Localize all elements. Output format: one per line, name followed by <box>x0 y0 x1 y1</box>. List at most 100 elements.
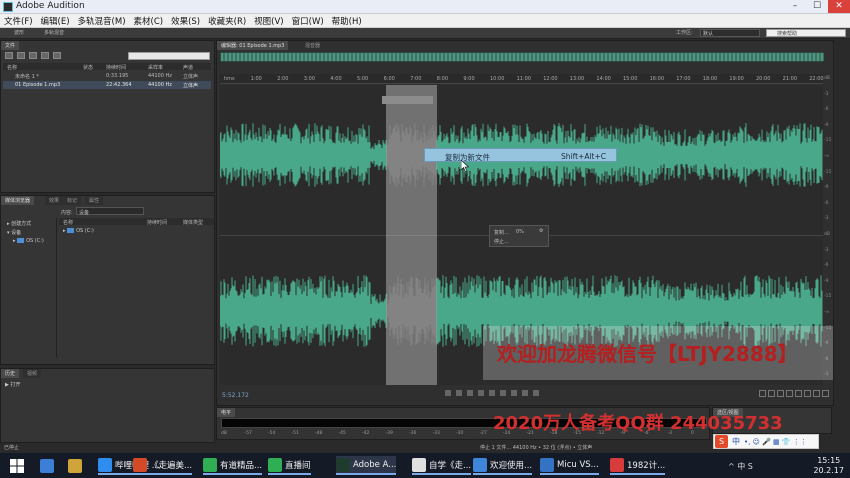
maximize-button[interactable]: ☐ <box>806 0 828 13</box>
taskbar-item[interactable]: Micu VS... <box>540 456 599 475</box>
menu-view[interactable]: 视图(V) <box>250 14 287 27</box>
level-tick: -54 <box>268 431 276 436</box>
menu-effects[interactable]: 效果(S) <box>167 14 204 27</box>
forward-button[interactable] <box>500 390 506 396</box>
taskbar-item[interactable] <box>40 456 57 475</box>
waveform-view-button[interactable]: 波形 <box>14 29 24 36</box>
menu-multitrack[interactable]: 多轨混音(M) <box>74 14 130 27</box>
col-name[interactable]: 名称 <box>7 64 17 71</box>
taskbar-item[interactable]: 欢迎使用... <box>473 456 533 475</box>
close-file-icon[interactable] <box>41 52 49 59</box>
menu-favorites[interactable]: 收藏夹(R) <box>204 14 250 27</box>
tree-item-devices[interactable]: ▾ 设备 <box>7 229 21 236</box>
system-tray[interactable]: ^ 中 S <box>728 461 753 472</box>
zoom-button[interactable] <box>759 390 766 397</box>
zoom-button[interactable] <box>804 390 811 397</box>
tab-files[interactable]: 文件 <box>1 41 20 50</box>
app-icon <box>412 457 426 472</box>
taskbar-item-label: 直播间 <box>285 460 311 471</box>
list-item[interactable]: ▸ OS (C:) <box>63 228 94 234</box>
ime-lang-toggle[interactable]: 中 <box>732 436 740 447</box>
taskbar-item[interactable]: 《走遍美... <box>133 456 193 475</box>
play-button[interactable] <box>456 390 462 396</box>
tab-markers[interactable]: 标记 <box>63 196 82 205</box>
pause-button[interactable] <box>467 390 473 396</box>
menu-file[interactable]: 文件(F) <box>0 14 37 27</box>
taskbar-item[interactable]: 自学《走... <box>412 456 472 475</box>
window-title: Adobe Audition <box>16 1 85 11</box>
level-tick: -45 <box>338 431 346 436</box>
ruler-tick: 16:00 <box>649 76 665 82</box>
ruler-tick: 3:00 <box>303 76 316 82</box>
stop-button[interactable] <box>445 390 451 396</box>
tree-item-created[interactable]: ▸ 创建方式 <box>7 220 31 227</box>
menu-bar: 文件(F) 编辑(E) 多轨混音(M) 素材(C) 效果(S) 收藏夹(R) 视… <box>0 14 850 28</box>
import-icon[interactable] <box>17 52 25 59</box>
taskbar-item[interactable]: Adobe A... <box>336 456 397 475</box>
zoom-button[interactable] <box>768 390 775 397</box>
tab-levels[interactable]: 电平 <box>217 408 236 417</box>
delete-icon[interactable] <box>53 52 61 59</box>
taskbar: 哔哩哔哩 ... 《走遍美... 有道精品... 直播间 Adobe A... 自学《走.… <box>0 453 850 478</box>
time-selection[interactable] <box>386 85 437 385</box>
menu-edit[interactable]: 编辑(E) <box>37 14 74 27</box>
taskbar-item[interactable] <box>68 456 85 475</box>
taskbar-item[interactable]: 1982计... <box>610 456 666 475</box>
col-channels[interactable]: 声道 <box>183 64 193 71</box>
taskbar-item[interactable]: 有道精品... <box>203 456 263 475</box>
file-row[interactable]: 未命名 1 * 0:33.195 44100 Hz 立体声 <box>3 72 211 80</box>
start-button[interactable] <box>10 456 24 475</box>
tab-mixer[interactable]: 混音器 <box>301 41 325 50</box>
rewind-start-button[interactable] <box>478 390 484 396</box>
tab-video[interactable]: 视频 <box>23 369 42 378</box>
tab-editor[interactable]: 编辑器: 01 Episode 1.mp3 <box>217 41 289 50</box>
ime-toolbar: S 中 •, ☺ 🎤 ▦ 👕 ⋮⋮ <box>713 434 819 449</box>
forward-end-button[interactable] <box>511 390 517 396</box>
content-select[interactable]: 设备 <box>76 207 144 216</box>
ruler-tick: 6:00 <box>383 76 395 82</box>
tab-media-browser[interactable]: 媒体浏览器 <box>1 196 35 205</box>
zoom-button[interactable] <box>813 390 820 397</box>
level-tick: -48 <box>315 431 323 436</box>
ime-tools[interactable]: •, ☺ 🎤 ▦ 👕 ⋮⋮ <box>744 438 807 446</box>
history-item[interactable]: ▶ 打开 <box>5 381 20 388</box>
col-duration[interactable]: 持续时间 <box>106 64 126 71</box>
help-search-input[interactable]: 搜索帮助 <box>766 29 846 37</box>
workspace-select[interactable]: 默认 <box>700 29 760 37</box>
record-button[interactable] <box>522 390 528 396</box>
multitrack-view-button[interactable]: 多轨混音 <box>44 29 64 36</box>
zoom-button[interactable] <box>777 390 784 397</box>
new-file-icon[interactable] <box>29 52 37 59</box>
close-button[interactable]: ✕ <box>828 0 850 13</box>
col-status[interactable]: 状态 <box>83 64 93 71</box>
loop-button[interactable] <box>533 390 539 396</box>
waveform-overview[interactable] <box>220 52 824 62</box>
menu-window[interactable]: 窗口(W) <box>288 14 328 27</box>
app-icon <box>68 458 82 473</box>
file-row-selected[interactable]: 01 Episode 1.mp3 22:42.364 44100 Hz 立体声 <box>3 81 211 89</box>
tree-item-os-drive[interactable]: ▸ OS (C:) <box>13 238 44 244</box>
col-rate[interactable]: 采样率 <box>148 64 163 71</box>
menu-help[interactable]: 帮助(H) <box>328 14 366 27</box>
sogou-logo-icon[interactable]: S <box>715 435 728 448</box>
tab-effects[interactable]: 效果 <box>45 196 64 205</box>
level-tick: -39 <box>385 431 393 436</box>
open-file-icon[interactable] <box>5 52 13 59</box>
minimize-button[interactable]: – <box>784 0 806 13</box>
zoom-button[interactable] <box>786 390 793 397</box>
progress-cancel-button[interactable]: 停止... <box>494 238 509 245</box>
selection-hud[interactable] <box>382 96 433 104</box>
files-search-input[interactable] <box>128 52 210 60</box>
tab-history[interactable]: 历史 <box>1 369 20 378</box>
zoom-button[interactable] <box>795 390 802 397</box>
ruler-tick: 21:00 <box>782 76 798 82</box>
clock[interactable]: 15:15 20.2.17 <box>813 456 844 476</box>
rewind-button[interactable] <box>489 390 495 396</box>
menu-clip[interactable]: 素材(C) <box>130 14 168 27</box>
progress-settings-icon[interactable]: ⚙ <box>539 228 543 234</box>
taskbar-item[interactable]: 直播间 <box>268 456 311 475</box>
zoom-button[interactable] <box>822 390 829 397</box>
ruler-tick: 12:00 <box>543 76 558 82</box>
tab-properties[interactable]: 属性 <box>85 196 104 205</box>
time-ruler[interactable]: hms 1:00 2:00 3:00 4:00 5:00 6:00 7:00 8:00 9:00 1… <box>220 74 824 84</box>
